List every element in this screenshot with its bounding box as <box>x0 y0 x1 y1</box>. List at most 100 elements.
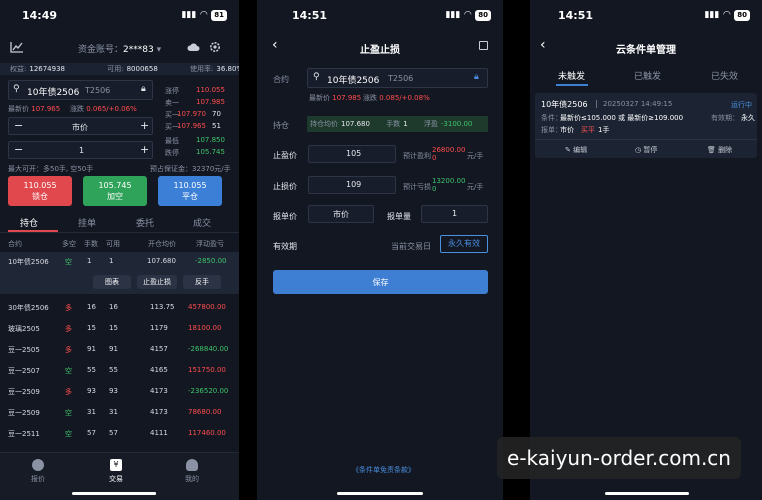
table-row[interactable]: 豆一2509 空 31 31 4173 78680.00 <box>0 403 239 422</box>
cell-pnl: 151750.00 <box>188 366 226 374</box>
order-qty-input[interactable]: 1 <box>421 205 488 223</box>
order-card[interactable]: 10年债2506 | 20250327 14:49:15 运行中 条件： 最新价… <box>535 93 757 158</box>
trash-icon: 🗑︎ <box>707 146 719 154</box>
contract-label: 合约 <box>273 75 289 84</box>
nav-trade[interactable]: ¥ 交易 <box>108 459 124 489</box>
cell-name: 豆一2507 <box>8 367 40 375</box>
book-value: 107.985 <box>196 98 225 106</box>
minus-button[interactable]: − <box>14 143 23 156</box>
tab-expired[interactable]: 已失效 <box>711 69 738 82</box>
pause-button[interactable]: ◷ 暂停 <box>635 145 657 155</box>
table-row[interactable]: 豆一2511 空 57 57 4111 117460.00 <box>0 424 239 443</box>
price-type-stepper: − 市价 + <box>8 117 153 135</box>
status-time: 14:51 <box>558 8 594 22</box>
close-position-button[interactable]: 110.055 平仓 <box>158 176 222 206</box>
status-time: 14:49 <box>22 8 58 22</box>
cell-dir: 多 <box>65 325 72 333</box>
export-icon[interactable] <box>479 41 488 50</box>
cell-avg: 113.75 <box>150 303 175 311</box>
table-row[interactable]: 玻璃2505 多 15 15 1179 18100.00 <box>0 319 239 338</box>
cell-avail: 91 <box>109 345 118 353</box>
take-profit-stop-loss-button[interactable]: 止盈止损 <box>137 275 177 289</box>
cell-avg: 4157 <box>150 345 168 353</box>
chart-icon[interactable] <box>8 40 24 54</box>
delete-button[interactable]: 🗑︎ 删除 <box>707 145 732 155</box>
tab-orders[interactable]: 委托 <box>136 216 154 229</box>
battery-icon: 81 <box>211 9 227 21</box>
nav-quotes[interactable]: 报价 <box>30 459 46 489</box>
validity-today[interactable]: 当前交易日 <box>391 241 431 252</box>
position-label: 持仓 <box>273 121 289 130</box>
tab-triggered[interactable]: 已触发 <box>634 69 661 82</box>
table-row[interactable]: 豆一2507 空 55 55 4165 151750.00 <box>0 361 239 380</box>
position-info: 持仓均价 107.680 手数 1 浮盈 -3100.00 <box>307 116 488 132</box>
plus-button[interactable]: + <box>140 119 149 132</box>
stop-loss-input[interactable]: 109 <box>308 176 396 194</box>
validity-permanent[interactable]: 永久有效 <box>440 235 488 253</box>
contract-search[interactable]: ⚲ 10年债2506 T2506 🔒︎ <box>8 80 153 100</box>
quotes-icon <box>32 459 44 471</box>
status-bar: 14:49 ▮▮▮ ◠ 81 <box>0 0 239 30</box>
expected-loss-label: 预计亏损 <box>403 183 431 191</box>
cell-pnl: 18100.00 <box>188 324 222 332</box>
save-button[interactable]: 保存 <box>273 270 488 294</box>
tab-pending[interactable]: 挂单 <box>78 216 96 229</box>
table-header: 合约 多空 手数 可用 开仓均价 浮动盈亏 <box>8 240 224 248</box>
back-icon[interactable]: ‹ <box>272 37 278 53</box>
book-label: 最低 <box>165 137 179 145</box>
signal-icon: ▮▮▮ <box>704 10 720 20</box>
quantity-input[interactable]: 1 <box>79 146 84 155</box>
table-row[interactable]: 豆一2509 多 93 93 4173 -236520.00 <box>0 382 239 401</box>
cell-pnl: 78680.00 <box>188 408 222 416</box>
validity-label: 有效期 <box>273 242 297 251</box>
add-short-button[interactable]: 105.745 加空 <box>83 176 147 206</box>
order-price-select[interactable]: 市价 <box>308 205 374 223</box>
margin-info: 预占保证金：32370元/手 <box>150 165 231 173</box>
page-title: 云条件单管理 <box>616 45 676 56</box>
cell-name: 30年债2506 <box>8 304 49 312</box>
cell-dir: 空 <box>65 367 72 375</box>
edit-button[interactable]: ✎ 编辑 <box>565 145 587 155</box>
cell-avail: 93 <box>109 387 118 395</box>
gear-icon[interactable] <box>207 40 223 54</box>
disclaimer-link[interactable]: 《条件单免责条款》 <box>352 465 415 475</box>
reverse-button[interactable]: 反手 <box>183 275 221 289</box>
table-row[interactable]: 30年债2506 多 16 16 113.75 457800.00 <box>0 298 239 317</box>
cell-dir: 空 <box>65 409 72 417</box>
tab-positions[interactable]: 持仓 <box>20 216 38 229</box>
price-change: 涨跌 0.085/+0.08% <box>363 94 430 102</box>
chevron-down-icon: ▾ <box>153 45 162 55</box>
plus-button[interactable]: + <box>140 143 149 156</box>
lock-icon: 🔒︎ <box>474 72 479 82</box>
cell-name: 豆一2509 <box>8 388 40 396</box>
cell-lots: 16 <box>87 303 96 311</box>
status-time: 14:51 <box>292 8 328 22</box>
take-profit-input[interactable]: 105 <box>308 145 396 163</box>
cell-dir: 空 <box>65 430 72 438</box>
tab-untriggered[interactable]: 未触发 <box>558 69 585 82</box>
tab-trades[interactable]: 成交 <box>193 216 211 229</box>
lock-position-button[interactable]: 110.055 锁仓 <box>8 176 72 206</box>
back-icon[interactable]: ‹ <box>540 37 546 53</box>
book-label: 卖一 <box>165 99 179 107</box>
search-icon: ⚲ <box>13 84 20 94</box>
cell-avg: 4173 <box>150 408 168 416</box>
price-type-value[interactable]: 市价 <box>72 122 88 133</box>
cell-name: 豆一2509 <box>8 409 40 417</box>
nav-mine[interactable]: 我的 <box>184 459 200 489</box>
cloud-icon[interactable] <box>185 40 201 54</box>
cell-lots: 31 <box>87 408 96 416</box>
order-qty-label: 报单量 <box>387 212 411 221</box>
minus-button[interactable]: − <box>14 119 23 132</box>
table-row[interactable]: 豆一2505 多 91 91 4157 -268840.00 <box>0 340 239 359</box>
person-icon <box>186 459 198 471</box>
book-volume: 70 <box>212 110 221 118</box>
table-row-selected[interactable]: 10年债2506 空 1 1 107.680 -2850.00 <box>0 252 239 271</box>
wifi-icon: ◠ <box>464 10 472 20</box>
chart-button[interactable]: 图表 <box>93 275 131 289</box>
account-selector[interactable]: 资金账号：2***83 ▾ <box>78 42 161 55</box>
cell-dir: 多 <box>65 346 72 354</box>
cell-pnl: -268840.00 <box>188 345 229 353</box>
lock-icon: 🔒︎ <box>141 84 146 94</box>
contract-search[interactable]: ⚲ 10年债2506 T2506 🔒︎ <box>307 68 488 88</box>
